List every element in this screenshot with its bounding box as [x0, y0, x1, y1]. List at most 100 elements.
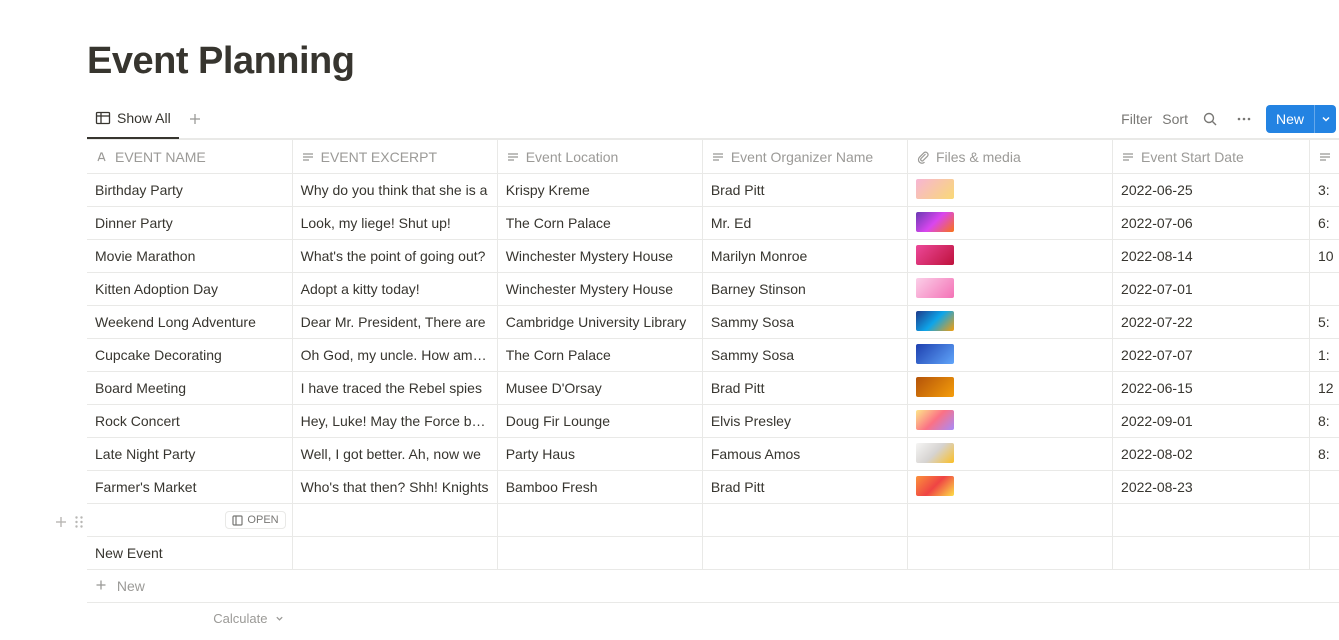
cell-start[interactable]: 2022-07-01	[1113, 273, 1310, 306]
cell-name[interactable]: Late Night Party	[87, 438, 292, 471]
open-button[interactable]: OPEN	[225, 511, 285, 529]
blank-row[interactable]: OPEN	[87, 504, 1339, 537]
file-thumbnail[interactable]	[916, 344, 954, 364]
cell-excerpt[interactable]: I have traced the Rebel spies	[292, 372, 497, 405]
cell-location[interactable]: Cambridge University Library	[497, 306, 702, 339]
cell-name[interactable]: Rock Concert	[87, 405, 292, 438]
add-view-button[interactable]	[183, 107, 207, 131]
cell-start[interactable]: 2022-07-22	[1113, 306, 1310, 339]
col-header-files[interactable]: Files & media	[907, 140, 1112, 174]
cell-excerpt[interactable]: What's the point of going out?	[292, 240, 497, 273]
cell-start[interactable]: 2022-08-02	[1113, 438, 1310, 471]
cell-name[interactable]: Movie Marathon	[87, 240, 292, 273]
cell-files[interactable]	[907, 471, 1112, 504]
cell-organizer[interactable]: Sammy Sosa	[702, 339, 907, 372]
cell-location[interactable]: Doug Fir Lounge	[497, 405, 702, 438]
cell-start[interactable]: 2022-08-23	[1113, 471, 1310, 504]
table-row[interactable]: Birthday PartyWhy do you think that she …	[87, 174, 1339, 207]
cell-time[interactable]: 6:	[1309, 207, 1339, 240]
cell-time[interactable]: 5:	[1309, 306, 1339, 339]
cell-files[interactable]	[907, 306, 1112, 339]
cell-organizer[interactable]: Brad Pitt	[702, 174, 907, 207]
file-thumbnail[interactable]	[916, 311, 954, 331]
row-drag-handle[interactable]	[69, 512, 89, 532]
cell-excerpt[interactable]: Oh God, my uncle. How am I e	[292, 339, 497, 372]
cell-files[interactable]	[907, 240, 1112, 273]
sort-button[interactable]: Sort	[1162, 111, 1188, 127]
col-header-location[interactable]: Event Location	[497, 140, 702, 174]
cell-start[interactable]: 2022-09-01	[1113, 405, 1310, 438]
cell-start[interactable]: 2022-08-14	[1113, 240, 1310, 273]
table-row[interactable]: Kitten Adoption DayAdopt a kitty today!W…	[87, 273, 1339, 306]
col-header-excerpt[interactable]: EVENT EXCERPT	[292, 140, 497, 174]
cell-location[interactable]: Musee D'Orsay	[497, 372, 702, 405]
cell-name[interactable]: New Event	[87, 537, 292, 570]
cell-files[interactable]	[907, 339, 1112, 372]
cell-start[interactable]: 2022-07-07	[1113, 339, 1310, 372]
table-row[interactable]: Late Night PartyWell, I got better. Ah, …	[87, 438, 1339, 471]
search-button[interactable]	[1198, 107, 1222, 131]
table-row[interactable]: Rock ConcertHey, Luke! May the Force be …	[87, 405, 1339, 438]
cell-organizer[interactable]: Mr. Ed	[702, 207, 907, 240]
file-thumbnail[interactable]	[916, 410, 954, 430]
cell-time[interactable]: 1:	[1309, 339, 1339, 372]
table-row[interactable]: Dinner PartyLook, my liege! Shut up!The …	[87, 207, 1339, 240]
filter-button[interactable]: Filter	[1121, 111, 1152, 127]
cell-excerpt[interactable]: Adopt a kitty today!	[292, 273, 497, 306]
cell-excerpt[interactable]: Who's that then? Shh! Knights	[292, 471, 497, 504]
cell-excerpt[interactable]: Look, my liege! Shut up!	[292, 207, 497, 240]
tab-show-all[interactable]: Show All	[87, 100, 179, 139]
table-row[interactable]: Board MeetingI have traced the Rebel spi…	[87, 372, 1339, 405]
cell-organizer[interactable]: Famous Amos	[702, 438, 907, 471]
cell-organizer[interactable]: Barney Stinson	[702, 273, 907, 306]
cell-excerpt[interactable]: Dear Mr. President, There are	[292, 306, 497, 339]
table-row[interactable]: Cupcake DecoratingOh God, my uncle. How …	[87, 339, 1339, 372]
cell-excerpt[interactable]: Well, I got better. Ah, now we	[292, 438, 497, 471]
cell-name[interactable]: Birthday Party	[87, 174, 292, 207]
file-thumbnail[interactable]	[916, 245, 954, 265]
cell-location[interactable]: The Corn Palace	[497, 207, 702, 240]
cell-location[interactable]: Krispy Kreme	[497, 174, 702, 207]
cell-name[interactable]: Board Meeting	[87, 372, 292, 405]
cell-location[interactable]: The Corn Palace	[497, 339, 702, 372]
cell-files[interactable]	[907, 273, 1112, 306]
cell-time[interactable]: 8:	[1309, 438, 1339, 471]
file-thumbnail[interactable]	[916, 377, 954, 397]
cell-files[interactable]	[907, 438, 1112, 471]
col-header-extra[interactable]	[1309, 140, 1339, 174]
cell-time[interactable]: 8:	[1309, 405, 1339, 438]
col-header-start[interactable]: Event Start Date	[1113, 140, 1310, 174]
table-row[interactable]: Movie MarathonWhat's the point of going …	[87, 240, 1339, 273]
cell-location[interactable]: Winchester Mystery House	[497, 273, 702, 306]
file-thumbnail[interactable]	[916, 212, 954, 232]
cell-name[interactable]: Cupcake Decorating	[87, 339, 292, 372]
file-thumbnail[interactable]	[916, 179, 954, 199]
col-header-name[interactable]: EVENT NAME	[87, 140, 292, 174]
new-button-caret[interactable]	[1314, 105, 1336, 133]
cell-organizer[interactable]: Brad Pitt	[702, 471, 907, 504]
cell-files[interactable]	[907, 405, 1112, 438]
more-button[interactable]	[1232, 107, 1256, 131]
cell-files[interactable]	[907, 174, 1112, 207]
cell-name[interactable]: Weekend Long Adventure	[87, 306, 292, 339]
cell-organizer[interactable]: Marilyn Monroe	[702, 240, 907, 273]
file-thumbnail[interactable]	[916, 476, 954, 496]
cell-time[interactable]: 3:	[1309, 174, 1339, 207]
cell-location[interactable]: Party Haus	[497, 438, 702, 471]
file-thumbnail[interactable]	[916, 278, 954, 298]
file-thumbnail[interactable]	[916, 443, 954, 463]
cell-files[interactable]	[907, 372, 1112, 405]
col-header-organizer[interactable]: Event Organizer Name	[702, 140, 907, 174]
cell-start[interactable]: 2022-06-25	[1113, 174, 1310, 207]
cell-name[interactable]: Farmer's Market	[87, 471, 292, 504]
calculate-button[interactable]: Calculate	[87, 603, 292, 635]
cell-organizer[interactable]: Brad Pitt	[702, 372, 907, 405]
cell-start[interactable]: 2022-07-06	[1113, 207, 1310, 240]
table-row[interactable]: New Event	[87, 537, 1339, 570]
new-button[interactable]: New	[1266, 105, 1336, 133]
cell-location[interactable]: Bamboo Fresh	[497, 471, 702, 504]
table-row[interactable]: Weekend Long AdventureDear Mr. President…	[87, 306, 1339, 339]
cell-files[interactable]	[907, 207, 1112, 240]
cell-organizer[interactable]: Sammy Sosa	[702, 306, 907, 339]
new-row-button[interactable]: New	[87, 570, 1339, 603]
